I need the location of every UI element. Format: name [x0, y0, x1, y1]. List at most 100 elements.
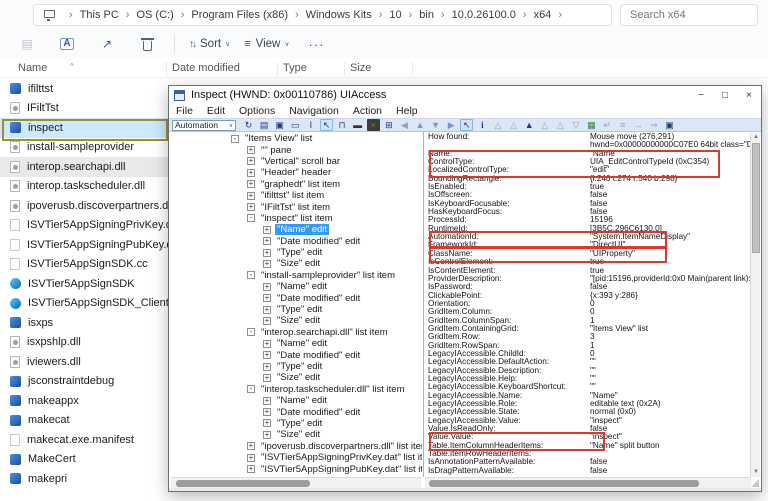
nav-parent-icon[interactable]: ◀	[398, 119, 411, 131]
scroll-up-icon[interactable]: ▲	[751, 133, 761, 142]
search-box[interactable]: Search x64	[620, 4, 758, 26]
tree-expand-toggle-icon[interactable]: +	[247, 169, 255, 177]
copy-element-icon[interactable]: ▤	[258, 119, 271, 131]
ancestry-icon[interactable]: △	[554, 119, 567, 131]
file-row[interactable]: ipoverusb.discoverpartners.dll	[0, 196, 168, 216]
tree-item[interactable]: + "Date modified" edit	[171, 406, 422, 417]
tree-expand-toggle-icon[interactable]: +	[263, 226, 271, 234]
tree-item[interactable]: - "install-sampleprovider" list item	[171, 270, 422, 281]
tree-expand-toggle-icon[interactable]: +	[247, 146, 255, 154]
action-list-icon[interactable]: ≡	[616, 119, 629, 131]
tree-expand-toggle-icon[interactable]: +	[263, 340, 271, 348]
pointer-mode-icon[interactable]: ↖	[320, 119, 333, 131]
file-row[interactable]: ISVTier5AppSigningPrivKey.dat	[0, 216, 168, 236]
sort-button[interactable]: ↑↓ Sort ∨	[189, 33, 230, 55]
maximize-button[interactable]: □	[713, 87, 737, 104]
inspect-titlebar[interactable]: Inspect (HWND: 0x00110786) UIAccess − □ …	[169, 86, 761, 104]
tree-item[interactable]: + "Size" edit	[171, 429, 422, 440]
resize-grip[interactable]	[751, 479, 759, 487]
action-collapse-icon[interactable]: ⇒	[647, 119, 660, 131]
uia-tree[interactable]: - "Items View" list + "" pane + "Vertica…	[171, 133, 422, 477]
tree-item[interactable]: + "Type" edit	[171, 418, 422, 429]
column-separator[interactable]	[344, 62, 345, 76]
file-row[interactable]: iviewers.dll	[0, 352, 168, 372]
action-default-icon[interactable]: ↵	[601, 119, 614, 131]
nav-next-sibling-icon[interactable]: ▼	[429, 119, 442, 131]
file-row[interactable]: ISVTier5AppSignSDK.cc	[0, 255, 168, 275]
file-row[interactable]: ISVTier5AppSignSDK_Client	[0, 294, 168, 314]
tree-item[interactable]: + "Name" edit	[171, 224, 422, 235]
file-row[interactable]: ISVTier5AppSigningPubKey.dat	[0, 235, 168, 255]
file-row[interactable]: makecat	[0, 411, 168, 431]
paste-button[interactable]: ▤	[14, 33, 40, 55]
file-row[interactable]: isxps	[0, 313, 168, 333]
hourglass-icon[interactable]: ×	[367, 119, 380, 131]
file-row[interactable]: ifilttst	[0, 79, 168, 99]
tree-expand-toggle-icon[interactable]: +	[247, 157, 255, 165]
tree-expand-toggle-icon[interactable]: +	[263, 408, 271, 416]
breadcrumb-item[interactable]: 10	[386, 7, 404, 23]
expand-all-icon[interactable]: ⊞	[382, 119, 395, 131]
tree-item[interactable]: + "ISVTier5AppSigningPubKey.dat" list it…	[171, 463, 422, 474]
tree-expand-toggle-icon[interactable]: +	[263, 397, 271, 405]
breadcrumb-item[interactable]: 10.0.26100.0	[449, 7, 519, 23]
menu-item[interactable]: Action	[346, 105, 389, 117]
tree-expand-toggle-icon[interactable]: -	[247, 271, 255, 279]
scroll-down-icon[interactable]: ▼	[751, 468, 761, 477]
tree-item[interactable]: + "Date modified" edit	[171, 349, 422, 360]
file-row[interactable]: ISVTier5AppSignSDK	[0, 274, 168, 294]
column-header-type[interactable]: Type	[283, 62, 307, 74]
share-button[interactable]: ↗	[94, 33, 120, 55]
invoke-pattern-icon[interactable]: ▦	[585, 119, 598, 131]
scrollbar-thumb[interactable]	[752, 143, 760, 253]
property-horizontal-scrollbar[interactable]	[425, 477, 751, 488]
file-row[interactable]: interop.searchapi.dll	[0, 157, 168, 177]
rename-button[interactable]: A	[54, 33, 80, 55]
tree-expand-toggle-icon[interactable]: +	[263, 317, 271, 325]
breadcrumb-item[interactable]: OS (C:)	[133, 7, 176, 23]
scrollbar-thumb[interactable]	[176, 480, 310, 487]
tree-expand-toggle-icon[interactable]: +	[263, 306, 271, 314]
tree-expand-toggle-icon[interactable]: -	[231, 135, 239, 143]
file-row[interactable]: isxpshlp.dll	[0, 333, 168, 353]
menu-item[interactable]: Help	[389, 105, 425, 117]
tree-item[interactable]: + "Type" edit	[171, 247, 422, 258]
tree-expand-toggle-icon[interactable]: +	[263, 294, 271, 302]
tree-expand-toggle-icon[interactable]: +	[247, 180, 255, 188]
tree-expand-toggle-icon[interactable]: +	[263, 260, 271, 268]
more-options-button[interactable]: ···	[303, 33, 329, 55]
scrollbar-thumb[interactable]	[429, 480, 699, 487]
address-bar[interactable]: › This PC › OS (C:) › Program Files (x86…	[33, 4, 612, 26]
tree-expand-toggle-icon[interactable]: +	[263, 374, 271, 382]
tree-expand-toggle-icon[interactable]: +	[263, 363, 271, 371]
menu-item[interactable]: Edit	[200, 105, 232, 117]
tree-expand-toggle-icon[interactable]: +	[263, 419, 271, 427]
watch-cursor-icon[interactable]: ↖	[460, 119, 473, 131]
tree-item[interactable]: + "Name" edit	[171, 338, 422, 349]
tree-expand-toggle-icon[interactable]: -	[247, 385, 255, 393]
show-highlight-icon[interactable]: ▬	[351, 119, 364, 131]
tree-expand-toggle-icon[interactable]: +	[247, 442, 255, 450]
tree-expand-toggle-icon[interactable]: +	[263, 351, 271, 359]
tree-expand-toggle-icon[interactable]: +	[247, 203, 255, 211]
tree-expand-toggle-icon[interactable]: +	[263, 237, 271, 245]
tree-item[interactable]: - "interop.searchapi.dll" list item	[171, 327, 422, 338]
column-separator[interactable]	[166, 62, 167, 76]
menu-item[interactable]: File	[169, 105, 200, 117]
file-row[interactable]: interop.taskscheduler.dll	[0, 177, 168, 197]
file-row[interactable]: jsconstraintdebug	[0, 372, 168, 392]
tree-item[interactable]: + "ifilttst" list item	[171, 190, 422, 201]
tree-expand-toggle-icon[interactable]: -	[247, 214, 255, 222]
view-button[interactable]: ≡ View ∨	[244, 33, 289, 55]
descendants-icon[interactable]: ▽	[569, 119, 582, 131]
column-separator[interactable]	[412, 62, 413, 76]
tree-content-view-icon[interactable]: ▲	[523, 119, 536, 131]
breadcrumb-item[interactable]: Program Files (x86)	[188, 7, 291, 23]
tree-item[interactable]: + "Size" edit	[171, 372, 422, 383]
tree-item[interactable]: - "Items View" list	[171, 133, 422, 144]
tree-expand-toggle-icon[interactable]: +	[263, 283, 271, 291]
tree-item[interactable]: + "Date modified" edit	[171, 292, 422, 303]
menu-item[interactable]: Navigation	[282, 105, 346, 117]
breadcrumb-item[interactable]: This PC	[77, 7, 122, 23]
refresh-icon[interactable]: ↻	[242, 119, 255, 131]
